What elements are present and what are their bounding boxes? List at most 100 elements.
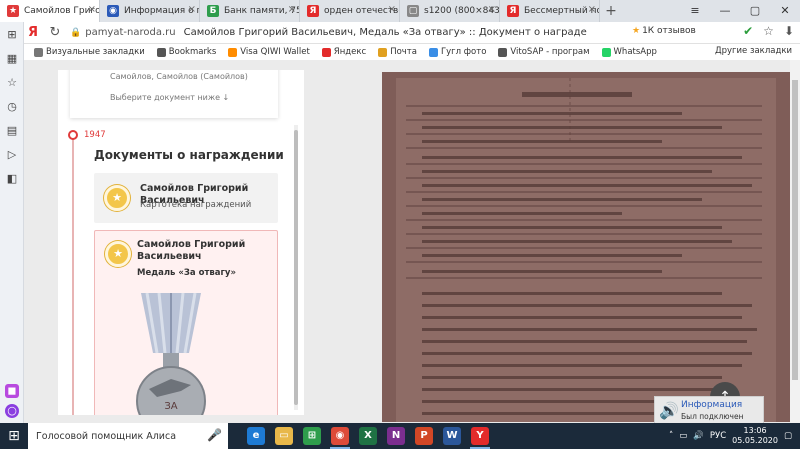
volume-icon[interactable]: 🔊 — [693, 431, 704, 441]
tab-close-icon[interactable]: × — [88, 4, 96, 15]
app-glyph: P — [415, 427, 433, 445]
vito-icon — [498, 47, 508, 57]
medal-inscription: ЗА — [164, 401, 177, 412]
favicon-icon: ★ — [7, 5, 19, 17]
notifications-icon[interactable]: ▢ — [784, 431, 792, 441]
clock-date: 05.05.2020 — [732, 436, 778, 445]
tab-close-icon[interactable]: × — [388, 4, 396, 15]
history-icon[interactable]: ◷ — [5, 100, 19, 114]
browser-tab[interactable]: ЯБессмертный полк× — [500, 0, 600, 22]
bookmark-item[interactable]: Яндекс — [321, 47, 367, 57]
browser-tab[interactable]: ★ Самойлов Григор × — [0, 0, 100, 22]
media-icon[interactable]: ◧ — [5, 172, 19, 186]
award-badge-icon: ★ — [104, 185, 130, 211]
explorer-icon[interactable]: ▭ — [270, 423, 298, 449]
search-input[interactable]: Голосовой помощник Алиса 🎤 — [28, 423, 228, 449]
bookmark-item[interactable]: VitoSAP - програм — [498, 47, 590, 57]
reload-icon[interactable]: ↻ — [44, 25, 66, 40]
notes-icon[interactable]: ▤ — [5, 124, 19, 138]
browser-tab[interactable]: ▢ s1200 (800×843) × — [400, 0, 500, 22]
bookmark-item[interactable]: Bookmarks — [156, 47, 216, 57]
reviews-link[interactable]: ★ 1К отзывов — [632, 26, 696, 36]
timeline-year: 1947 — [84, 130, 106, 140]
qiwi-icon — [228, 47, 238, 57]
bookmark-label: Визуальные закладки — [46, 47, 145, 57]
windows-start-icon[interactable]: ⊞ — [0, 423, 28, 449]
timeline-dot — [68, 130, 78, 140]
grid-icon[interactable]: ⊞ — [5, 28, 19, 42]
onenote-icon[interactable]: N — [382, 423, 410, 449]
star-icon[interactable]: ☆ — [5, 76, 19, 90]
network-icon[interactable]: ▭ — [679, 431, 687, 441]
app-glyph: ◉ — [331, 427, 349, 445]
mail-icon — [378, 47, 388, 57]
document-name-line2: Васильевич — [137, 251, 202, 262]
document-card-medal[interactable]: ★ Самойлов Григорий Васильевич Медаль «З… — [94, 230, 278, 415]
new-tab-button[interactable]: + — [600, 0, 622, 22]
yandex-home-icon[interactable]: Я — [22, 25, 44, 40]
bookmark-item[interactable]: Визуальные закладки — [34, 47, 145, 57]
bookmark-label: Гугл фото — [440, 47, 487, 57]
notification-title: Информация — [681, 400, 743, 410]
microphone-icon[interactable]: 🎤 — [207, 428, 222, 442]
bookmark-item[interactable]: WhatsApp — [601, 47, 657, 57]
store-icon[interactable]: ⊞ — [298, 423, 326, 449]
app-glyph: Y — [471, 427, 489, 445]
star-icon: ★ — [632, 26, 641, 36]
excel-icon[interactable]: X — [354, 423, 382, 449]
address-actions: ✔ ☆ ⬇ — [743, 24, 794, 38]
collections-icon[interactable]: ▦ — [5, 52, 19, 66]
bookmark-label: Яндекс — [333, 47, 367, 57]
bookmark-item[interactable]: Visa QIWI Wallet — [228, 47, 310, 57]
favicon-icon: ▢ — [407, 5, 419, 17]
browser-tab[interactable]: ◉Информация о герое× — [100, 0, 200, 22]
app-glyph: W — [443, 427, 461, 445]
notification-toast[interactable]: 🔊 Информация Был подключен разъем. — [654, 396, 764, 430]
url-field[interactable]: 🔒 pamyat-naroda.ru Самойлов Григорий Вас… — [70, 24, 590, 42]
word-icon[interactable]: W — [438, 423, 466, 449]
browser-tab[interactable]: Яорден отечественной× — [300, 0, 400, 22]
close-button[interactable]: ✕ — [770, 0, 800, 22]
alice-icon[interactable]: ○ — [5, 404, 19, 418]
tab-close-icon[interactable]: × — [588, 4, 596, 15]
minimize-button[interactable]: — — [710, 0, 740, 22]
award-document-scan[interactable] — [382, 72, 790, 422]
tab-close-icon[interactable]: × — [488, 4, 496, 15]
lock-icon: 🔒 — [70, 27, 82, 38]
previous-card-name: Самойлов, Самойлов (Самойлов) — [110, 72, 248, 81]
edge-icon[interactable]: e — [242, 423, 270, 449]
chrome-icon[interactable]: ◉ — [326, 423, 354, 449]
browser-sidebar: ⊞ ▦ ☆ ◷ ▤ ▷ ◧ ◼ ○ — [0, 22, 24, 423]
document-type: Картотека награждений — [140, 200, 252, 210]
play-icon[interactable]: ▷ — [5, 148, 19, 162]
language-indicator[interactable]: РУС — [710, 431, 726, 441]
powerpoint-icon[interactable]: P — [410, 423, 438, 449]
tab-close-icon[interactable]: × — [288, 4, 296, 15]
chevron-up-icon[interactable]: ˄ — [669, 431, 673, 441]
maximize-button[interactable]: ▢ — [740, 0, 770, 22]
document-card-registry[interactable]: ★ Самойлов Григорий Васильевич Картотека… — [94, 173, 278, 223]
previous-card[interactable]: Самойлов, Самойлов (Самойлов) Выберите д… — [70, 70, 278, 118]
clock[interactable]: 13:06 05.05.2020 — [732, 426, 778, 446]
document-name-line1: Самойлов Григорий — [137, 239, 246, 250]
tab-close-icon[interactable]: × — [188, 4, 196, 15]
bookmark-label: Visa QIWI Wallet — [240, 47, 310, 57]
menu-icon[interactable]: ≡ — [680, 0, 710, 22]
browser-tab[interactable]: ББанк памяти, 75 лет× — [200, 0, 300, 22]
bookmark-star-icon[interactable]: ☆ — [763, 24, 774, 38]
alice-app-icon[interactable]: ◼ — [5, 384, 19, 398]
other-bookmarks[interactable]: Другие закладки — [715, 46, 792, 56]
section-title: Документы о награждении — [94, 148, 284, 162]
bookmark-label: VitoSAP - програм — [510, 47, 590, 57]
page-content: Самойлов, Самойлов (Самойлов) Выберите д… — [24, 60, 800, 423]
bookmark-item[interactable]: Почта — [378, 47, 417, 57]
page-scrollbar-thumb[interactable] — [792, 80, 798, 380]
yandex-browser-icon[interactable]: Y — [466, 423, 494, 449]
bookmark-item[interactable]: Гугл фото — [428, 47, 487, 57]
taskbar-apps: e ▭ ⊞ ◉ X N P W Y — [242, 423, 494, 449]
page-scrollbar[interactable] — [790, 60, 800, 423]
download-icon[interactable]: ⬇ — [784, 24, 794, 38]
protect-icon[interactable]: ✔ — [743, 24, 753, 38]
panel-scrollbar-thumb[interactable] — [294, 130, 298, 405]
clock-time: 13:06 — [743, 426, 767, 435]
